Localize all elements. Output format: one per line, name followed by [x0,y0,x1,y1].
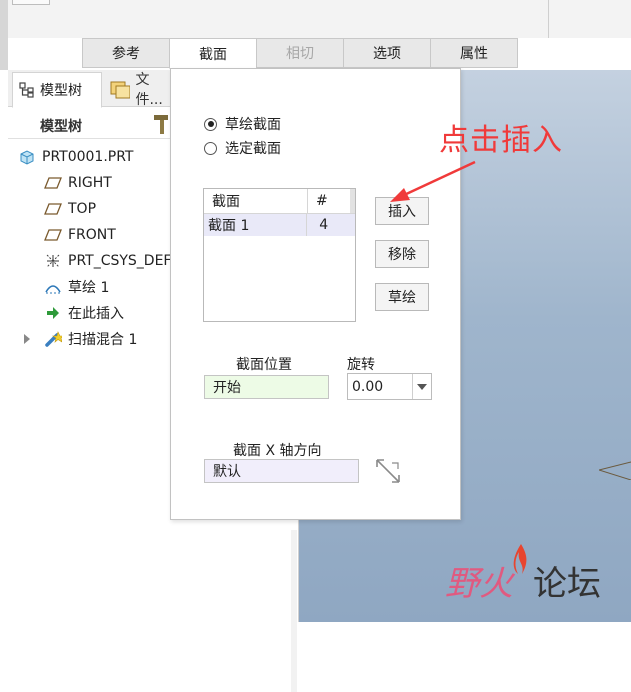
top-toolbar-strip [0,0,631,38]
tree-header-label: 模型树 [40,119,82,135]
tree-node-label: 草绘 1 [68,280,110,296]
sections-table[interactable]: 截面 # 截面 1 4 [203,188,356,322]
tab-options[interactable]: 选项 [343,38,431,68]
model-edge-lines [599,461,631,480]
flip-direction-icon[interactable] [374,457,402,485]
sections-panel: 草绘截面 选定截面 截面 # 截面 1 4 插入 移除 草绘 截面位置 开始 旋… [170,68,461,520]
tree-node-label: PRT0001.PRT [42,149,134,165]
rotation-input[interactable]: 0.00 [347,373,432,400]
annotation-arrow [390,160,476,202]
watermark-text-dark: 论坛 [533,564,601,604]
section-location-field[interactable]: 开始 [204,375,329,399]
table-row[interactable]: 截面 1 4 [204,214,355,236]
rotation-value: 0.00 [352,378,384,395]
section-count-cell: 4 [319,217,329,233]
tree-node-label: TOP [68,201,97,217]
tab-model-tree[interactable]: 模型树 [12,72,102,108]
table-scrollbar[interactable] [350,189,355,213]
part-icon [18,148,36,166]
tab-model-tree-label: 模型树 [40,83,82,99]
tree-scrollbar[interactable] [291,530,297,692]
tab-references[interactable]: 参考 [82,38,170,68]
tab-sections[interactable]: 截面 [169,38,257,69]
tree-node-label: 扫描混合 1 [68,332,138,348]
swept-blend-icon [44,330,62,348]
sketched-sections-radio[interactable]: 草绘截面 [204,114,281,134]
insert-here-icon [44,304,62,322]
section-name-cell: 截面 1 [204,214,308,236]
dropdown-arrow-icon[interactable] [412,374,431,399]
tab-properties[interactable]: 属性 [430,38,518,68]
datum-plane-icon [44,200,62,218]
column-header-count: # [316,193,328,209]
radio-button[interactable] [204,141,217,155]
table-header: 截面 # [204,189,355,214]
section-x-axis-field[interactable]: 默认 [204,459,359,483]
tree-node-label: PRT_CSYS_DEF [68,253,172,269]
datum-plane-icon [44,174,62,192]
remove-button[interactable]: 移除 [375,240,429,268]
column-header-section: 截面 [204,189,308,213]
watermark: 野火 论坛 [445,544,620,616]
model-tree-icon [19,82,34,98]
toolbar-divider [548,0,549,38]
folder-icon [110,81,131,99]
tree-node-label: FRONT [68,227,116,243]
dashboard-tabs: 参考 截面 相切 选项 属性 [82,38,518,69]
tree-node-label: 在此插入 [68,306,124,322]
rotation-label: 旋转 [347,357,375,373]
tree-node-label: RIGHT [68,175,112,191]
selected-sections-radio[interactable]: 选定截面 [204,138,281,158]
radio-label: 草绘截面 [225,117,281,133]
datum-plane-icon [44,226,62,244]
watermark-text-red: 野火 [445,564,513,604]
expand-arrow-icon[interactable] [24,334,30,344]
sketch-button[interactable]: 草绘 [375,283,429,311]
toolbar-fragment [12,0,50,5]
tab-tangency: 相切 [256,38,344,68]
tab-files-label: 文件... [135,72,163,108]
sketch-icon [44,278,62,296]
window-edge [0,0,8,70]
tab-file-browser[interactable]: 文件... [104,72,174,108]
coordinate-system-icon [44,252,62,270]
radio-label: 选定截面 [225,141,281,157]
section-location-label: 截面位置 [236,357,292,373]
section-x-axis-label: 截面 X 轴方向 [233,443,322,459]
radio-button-selected[interactable] [204,117,217,131]
